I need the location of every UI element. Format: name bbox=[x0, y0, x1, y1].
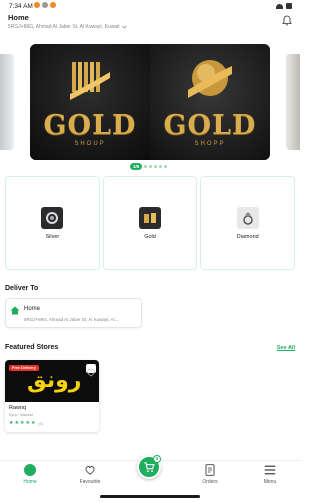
previous-slide[interactable] bbox=[0, 54, 14, 150]
banner-left-title: GOLD bbox=[43, 110, 137, 141]
store-location: Eyup, Istanbul bbox=[9, 413, 34, 417]
store-name: Rawnq bbox=[9, 405, 27, 411]
app-notification-icon bbox=[50, 2, 56, 8]
status-time: 7:34 AM bbox=[9, 3, 33, 10]
favourite-button[interactable] bbox=[86, 364, 96, 377]
location-address-text: 5RGJ+89G, Ahmad Al Jaber St, Al Kuwayt, … bbox=[8, 24, 120, 30]
gold-bars-emblem-icon bbox=[70, 62, 110, 100]
store-rating: ★ ★ ★ ★ ★ (0) bbox=[9, 421, 43, 426]
status-bar: 7:34 AM bbox=[0, 0, 300, 14]
bell-icon[interactable] bbox=[282, 15, 292, 26]
wifi-icon bbox=[276, 3, 283, 9]
category-list: Silver Gold Diamond bbox=[5, 176, 296, 270]
pager-dot[interactable] bbox=[164, 165, 168, 168]
orders-icon bbox=[205, 464, 215, 476]
home-indicator bbox=[100, 495, 200, 498]
home-icon bbox=[10, 306, 20, 315]
delivery-address-title: Home bbox=[24, 306, 41, 312]
next-slide[interactable] bbox=[286, 54, 300, 150]
star-icon: ★ bbox=[25, 420, 30, 426]
location-title: Home bbox=[8, 13, 29, 22]
nav-menu[interactable]: Menu bbox=[250, 464, 290, 485]
carousel-pager: 1/6 bbox=[130, 163, 168, 170]
heart-icon bbox=[85, 465, 95, 475]
battery-icon bbox=[286, 3, 292, 9]
nav-label: Home bbox=[23, 479, 37, 485]
category-silver[interactable]: Silver bbox=[5, 176, 100, 270]
star-icon: ★ bbox=[14, 420, 19, 426]
nav-label: Menu bbox=[263, 479, 277, 485]
notification-icons bbox=[34, 2, 56, 8]
banner-right-title: GOLD bbox=[163, 110, 257, 141]
category-label: Silver bbox=[45, 233, 60, 240]
delivery-address-card[interactable]: Home 5RGJ+89G, Ahmad Al Jaber St, Al Kuw… bbox=[5, 298, 142, 328]
star-icon: ★ bbox=[19, 420, 25, 426]
home-nav-icon bbox=[24, 464, 36, 476]
banner-right-panel: GOLD SHOPP bbox=[150, 44, 270, 160]
banner-carousel[interactable]: GOLD SHOUP GOLD SHOPP bbox=[0, 44, 300, 160]
star-icon: ★ bbox=[30, 420, 36, 426]
category-label: Diamond bbox=[236, 233, 259, 240]
location-address[interactable]: 5RGJ+89G, Ahmad Al Jaber St, Al Kuwayt, … bbox=[8, 24, 292, 30]
app-notification-icon bbox=[34, 2, 40, 8]
nav-label: Favourite bbox=[79, 479, 101, 485]
banner-left-subtitle: SHOUP bbox=[74, 141, 106, 147]
menu-icon bbox=[264, 465, 276, 475]
cart-icon bbox=[144, 462, 155, 473]
deliver-to-heading: Deliver To bbox=[5, 285, 39, 292]
nav-orders[interactable]: Orders bbox=[190, 464, 230, 485]
pager-dot[interactable] bbox=[149, 165, 153, 168]
chevron-down-icon bbox=[121, 25, 127, 29]
silver-jewelry-icon bbox=[41, 206, 64, 229]
category-label: Gold bbox=[144, 233, 156, 240]
banner-slide[interactable]: GOLD SHOUP GOLD SHOPP bbox=[30, 44, 270, 160]
banner-right-subtitle: SHOPP bbox=[194, 141, 226, 147]
category-gold[interactable]: Gold bbox=[102, 176, 198, 270]
store-logo-text: رونق bbox=[27, 368, 82, 393]
pager-dot[interactable] bbox=[159, 165, 163, 168]
featured-stores-heading: Featured Stores bbox=[5, 344, 59, 351]
cart-badge: 0 bbox=[153, 455, 161, 463]
delivery-address-text: 5RGJ+89G, Ahmad Al Jaber St, Al Kuwayt, … bbox=[24, 317, 119, 322]
pager-dot[interactable] bbox=[144, 165, 148, 168]
cloud-icon bbox=[42, 2, 48, 8]
nav-label: Orders bbox=[202, 479, 218, 485]
category-diamond[interactable]: Diamond bbox=[200, 176, 296, 270]
see-all-link[interactable]: See All bbox=[277, 345, 295, 351]
diamond-ring-icon bbox=[236, 206, 259, 229]
nav-favourite[interactable]: Favourite bbox=[70, 464, 110, 485]
gold-bars-icon bbox=[139, 206, 161, 229]
store-card[interactable]: Free Delivery رونق Rawnq Eyup, Istanbul … bbox=[5, 360, 99, 432]
rating-count: (0) bbox=[38, 421, 44, 426]
location-header[interactable]: Home 5RGJ+89G, Ahmad Al Jaber St, Al Kuw… bbox=[8, 13, 292, 33]
star-icon: ★ bbox=[9, 420, 14, 426]
heart-icon bbox=[87, 369, 95, 377]
pager-label: 1/6 bbox=[130, 163, 143, 170]
cart-button[interactable]: 0 bbox=[137, 455, 161, 479]
banner-left-panel: GOLD SHOUP bbox=[30, 44, 150, 160]
gold-orb-emblem-icon bbox=[188, 60, 232, 98]
store-image: Free Delivery رونق bbox=[5, 360, 99, 402]
nav-home[interactable]: Home bbox=[10, 464, 50, 485]
pager-dot[interactable] bbox=[154, 165, 158, 168]
